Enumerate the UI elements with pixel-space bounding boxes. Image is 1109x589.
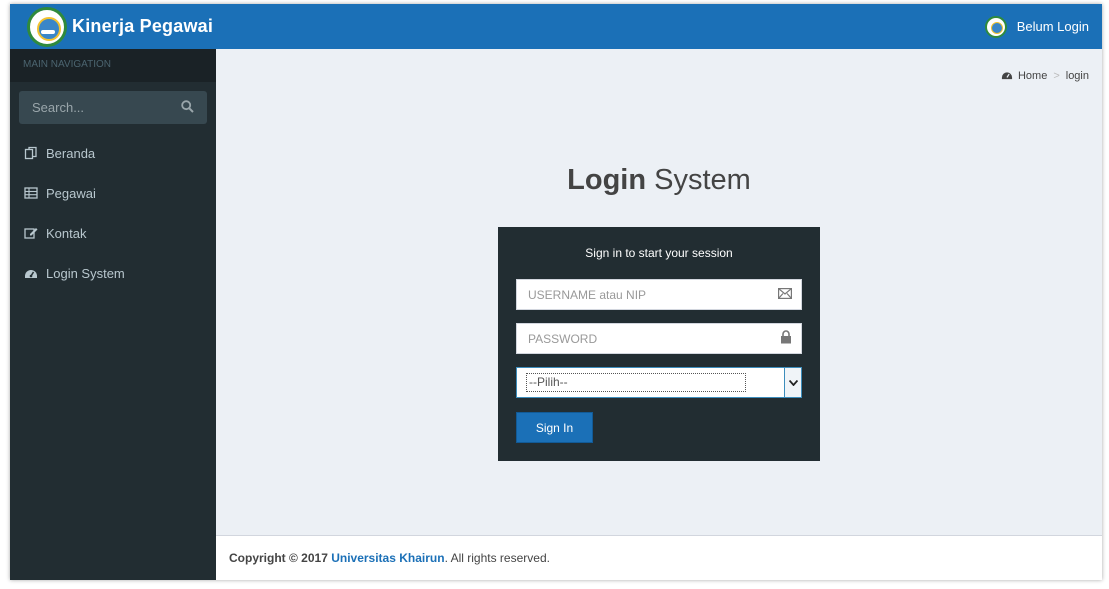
- logo-area[interactable]: Kinerja Pegawai: [10, 4, 216, 49]
- sign-in-button[interactable]: Sign In: [516, 412, 593, 443]
- breadcrumb: Home > login: [1001, 69, 1089, 83]
- footer-org-link[interactable]: Universitas Khairun: [331, 551, 444, 565]
- password-placeholder: PASSWORD: [528, 331, 598, 346]
- edit-icon: [24, 226, 38, 240]
- page-title-light: System: [654, 164, 751, 196]
- chevron-down-icon[interactable]: [784, 368, 801, 397]
- dashboard-icon: [24, 266, 38, 280]
- breadcrumb-home-link[interactable]: Home: [1018, 70, 1047, 82]
- sidebar-item-label: Pegawai: [46, 185, 96, 201]
- sidebar-nav: Beranda Pegawai Kontak Login System: [10, 133, 216, 293]
- footer-copyright: Copyright © 2017: [229, 551, 332, 565]
- avatar: [984, 15, 1007, 38]
- sidebar-search-input[interactable]: Search...: [19, 91, 207, 124]
- username-placeholder: USERNAME atau NIP: [528, 287, 647, 302]
- top-header: Kinerja Pegawai Belum Login: [10, 4, 1102, 49]
- app-window: Kinerja Pegawai Belum Login MAIN NAVIGAT…: [10, 4, 1102, 580]
- sidebar-item-beranda[interactable]: Beranda: [10, 133, 216, 173]
- search-icon[interactable]: [181, 99, 194, 116]
- page-title-bold: Login: [567, 164, 647, 196]
- sidebar-item-pegawai[interactable]: Pegawai: [10, 173, 216, 213]
- dashboard-icon: [1001, 69, 1013, 83]
- role-select[interactable]: --Pilih--: [516, 367, 802, 398]
- table-icon: [24, 186, 38, 200]
- user-menu[interactable]: Belum Login: [984, 4, 1089, 49]
- lock-icon: [780, 330, 792, 347]
- footer-rights: . All rights reserved.: [444, 551, 550, 565]
- login-box-message: Sign in to start your session: [585, 246, 733, 260]
- sidebar-item-label: Login System: [46, 265, 125, 281]
- sidebar-item-kontak[interactable]: Kontak: [10, 213, 216, 253]
- page-title: Login System: [216, 164, 1102, 197]
- footer: Copyright © 2017 Universitas Khairun. Al…: [216, 535, 1102, 580]
- search-placeholder: Search...: [32, 100, 85, 115]
- sidebar-item-login-system[interactable]: Login System: [10, 253, 216, 293]
- user-status-label: Belum Login: [1016, 19, 1089, 34]
- sidebar-item-label: Beranda: [46, 145, 96, 161]
- sidebar: MAIN NAVIGATION: [10, 49, 216, 580]
- main-content: Home > login Login System Sign in to sta…: [216, 49, 1102, 535]
- breadcrumb-current: login: [1065, 70, 1089, 82]
- sidebar-item-label: Kontak: [46, 225, 87, 241]
- nav-header: MAIN NAVIGATION: [10, 49, 216, 82]
- username-field[interactable]: USERNAME atau NIP: [516, 279, 802, 310]
- breadcrumb-separator: >: [1053, 70, 1060, 82]
- copy-icon: [24, 146, 38, 160]
- login-box: Sign in to start your session USERNAME a…: [498, 227, 820, 461]
- brand-title: Kinerja Pegawai: [72, 16, 214, 36]
- password-field[interactable]: PASSWORD: [516, 323, 802, 354]
- role-select-value: --Pilih--: [526, 373, 746, 392]
- envelope-icon: [778, 287, 793, 302]
- university-logo: [27, 6, 67, 47]
